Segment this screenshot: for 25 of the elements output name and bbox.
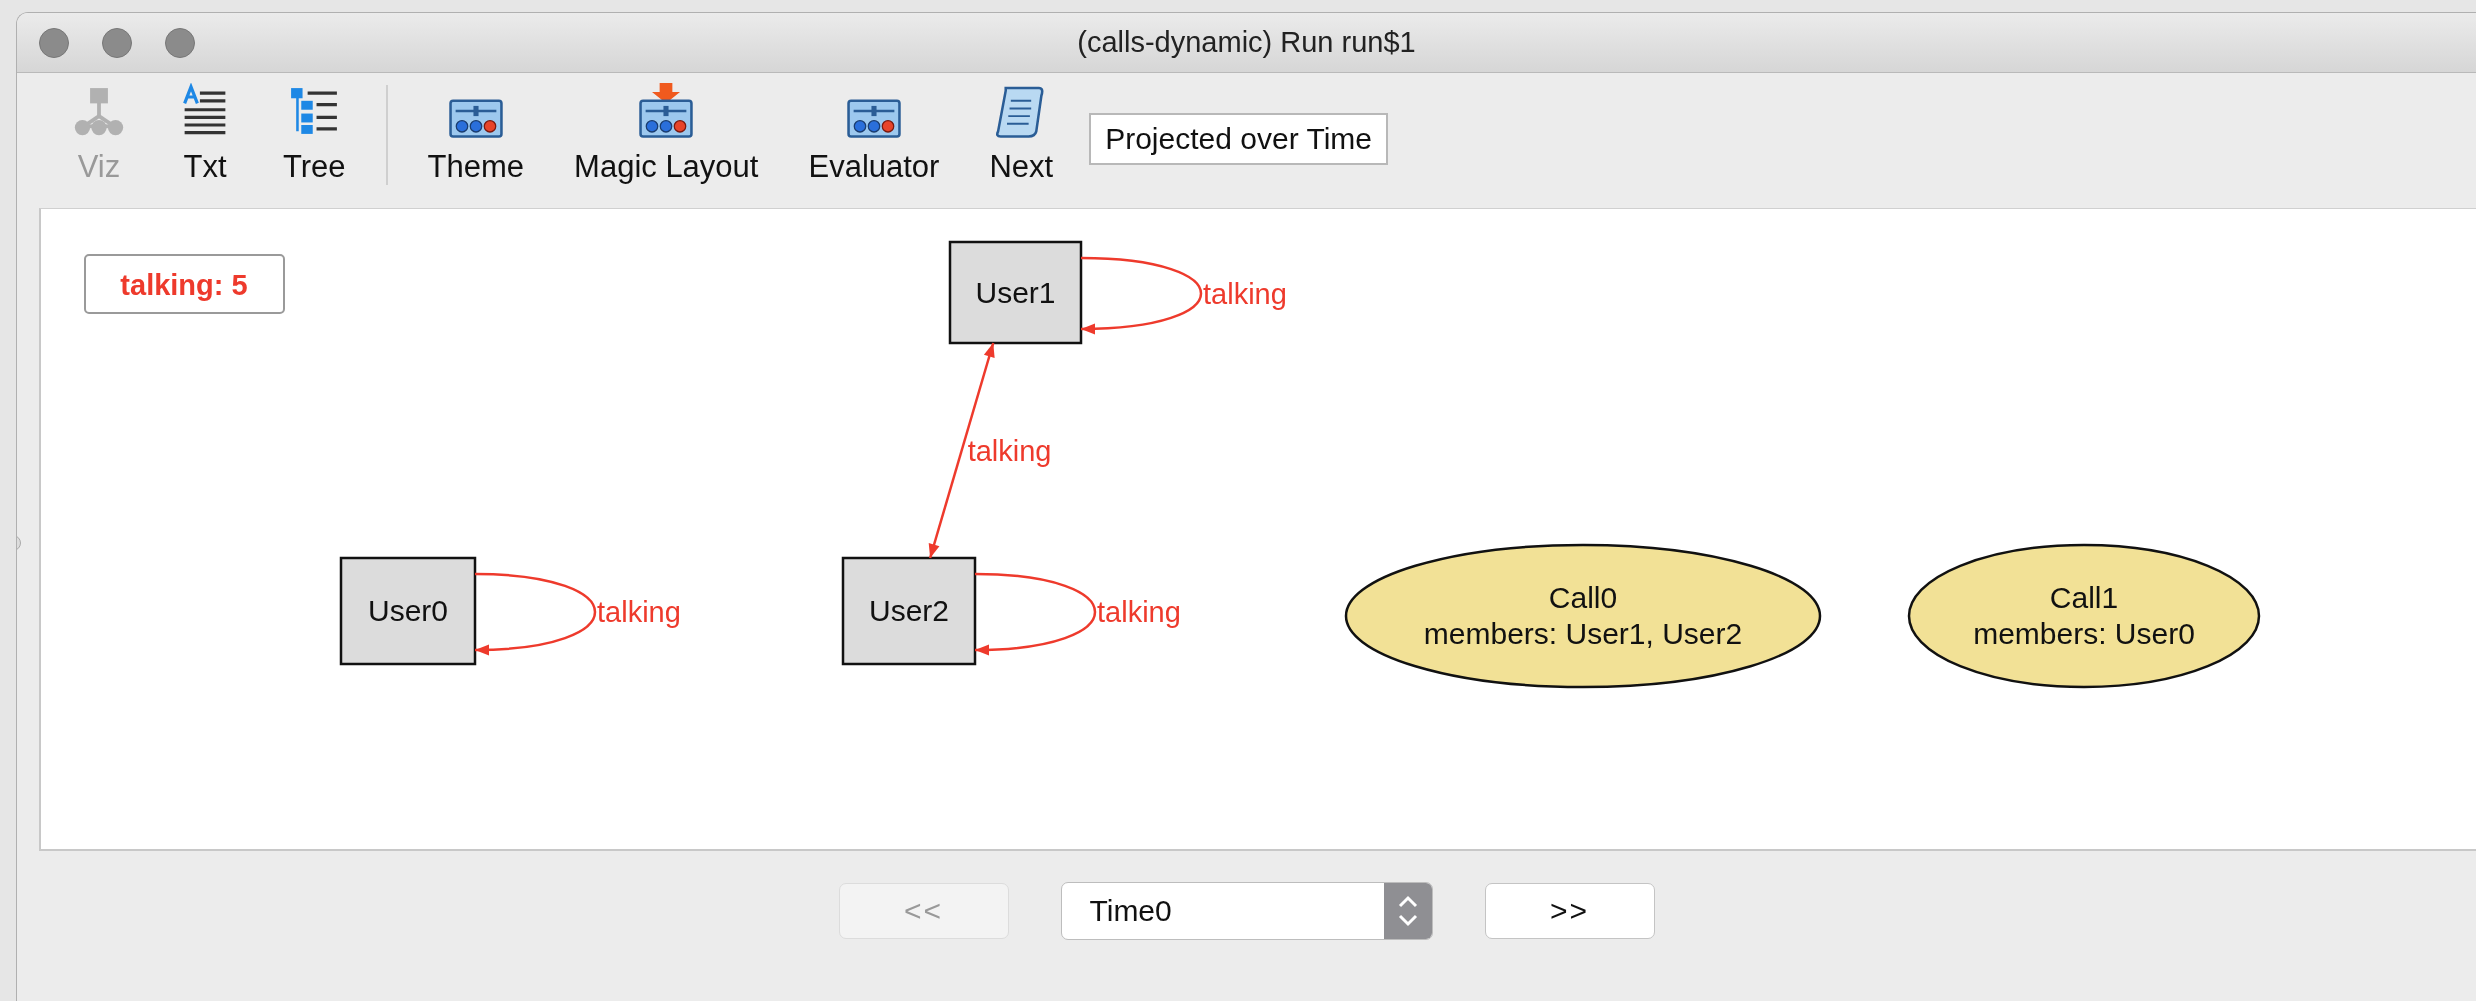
window-control-button[interactable] [39, 27, 69, 58]
toolbar-button[interactable]: Magic Layout [560, 73, 773, 185]
node-ellipse: Call1 members: User0 [1907, 543, 2261, 689]
node-ellipse: Call0 members: User1, User2 [1344, 543, 1822, 689]
window-control-button[interactable] [165, 27, 195, 58]
node-box: User2 [841, 556, 977, 666]
legend-box: talking: 5 [84, 254, 285, 314]
toolbar-button[interactable]: Theme [413, 73, 539, 185]
edge-label: talking [967, 434, 1052, 467]
projection-button[interactable]: Projected over Time [1089, 113, 1388, 165]
toolbar-button[interactable]: Evaluator [794, 73, 954, 185]
time-select[interactable]: Time0 [1060, 882, 1433, 940]
edge-label: talking [597, 596, 681, 628]
node-box: User0 [339, 556, 477, 666]
toolbar-button[interactable]: Txt [163, 73, 247, 185]
window-title: (calls-dynamic) Run run$1 [1077, 26, 1416, 58]
panel-down-arrow-icon [638, 83, 695, 139]
stepper-icon [1383, 883, 1432, 939]
window-control-button[interactable] [102, 27, 132, 58]
edge-label: talking [1203, 277, 1287, 310]
toolbar-button[interactable]: Tree [269, 73, 360, 185]
next-button[interactable]: >> [1484, 883, 1655, 939]
edge-label: talking [1097, 596, 1181, 628]
toolbar-button[interactable]: Next [975, 73, 1068, 185]
node-box: User1 [948, 240, 1083, 345]
